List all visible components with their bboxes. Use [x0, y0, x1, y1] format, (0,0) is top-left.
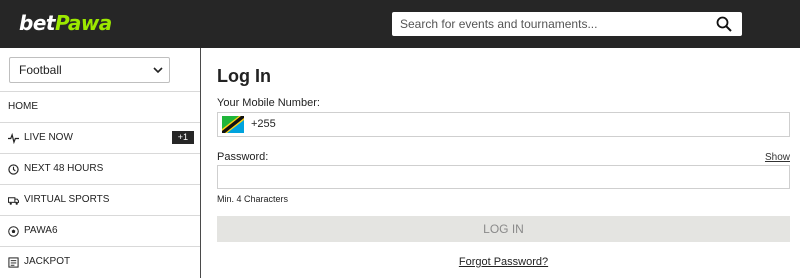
sport-select-value: Football — [19, 63, 62, 77]
top-bar: betPawa — [0, 0, 800, 48]
country-code: +255 — [251, 118, 276, 130]
sidebar-item-label: HOME — [8, 101, 38, 112]
ticket-icon — [8, 256, 19, 268]
chevron-down-icon — [153, 67, 163, 74]
clock-icon — [8, 163, 19, 175]
sidebar-item-label: VIRTUAL SPORTS — [24, 194, 110, 205]
sidebar-item-virtual-sports[interactable]: VIRTUAL SPORTS — [0, 184, 200, 215]
truck-icon — [8, 196, 19, 205]
mobile-number-field[interactable]: +255 — [217, 112, 790, 137]
soccer-ball-icon — [8, 225, 19, 237]
sidebar-item-jackpot[interactable]: JACKPOT — [0, 246, 200, 277]
sidebar-item-pawa6[interactable]: PAWA6 — [0, 215, 200, 246]
sidebar-item-next-48-hours[interactable]: NEXT 48 HOURS — [0, 153, 200, 184]
search-box — [392, 12, 742, 36]
forgot-password-link[interactable]: Forgot Password? — [217, 256, 790, 268]
search-input[interactable] — [392, 12, 710, 36]
sidebar-nav: HOME LIVE NOW +1 NEXT 48 HOURS VIRTUAL S… — [0, 91, 200, 277]
sidebar-item-label: PAWA6 — [24, 225, 58, 236]
sidebar-item-label: JACKPOT — [24, 256, 71, 267]
login-button[interactable]: LOG IN — [217, 216, 790, 242]
live-count-badge: +1 — [171, 131, 194, 144]
password-hint: Min. 4 Characters — [217, 194, 289, 204]
sidebar-item-label: LIVE NOW — [24, 132, 73, 143]
sidebar-item-label: NEXT 48 HOURS — [24, 163, 104, 174]
tanzania-flag-icon[interactable] — [222, 116, 244, 133]
password-label: Password: — [217, 151, 269, 163]
betpawa-logo[interactable]: betPawa — [19, 11, 112, 35]
mobile-number-label: Your Mobile Number: — [217, 97, 320, 109]
show-password-link[interactable]: Show — [765, 152, 790, 163]
search-icon[interactable] — [716, 16, 732, 32]
sidebar: Football HOME LIVE NOW +1 NEXT 48 HOURS — [0, 48, 201, 278]
sidebar-item-live-now[interactable]: LIVE NOW +1 — [0, 122, 200, 153]
logo-text-bet: bet — [19, 11, 55, 35]
logo-text-pawa: Pawa — [54, 11, 112, 35]
pulse-icon — [8, 132, 19, 144]
sidebar-item-home[interactable]: HOME — [0, 91, 200, 122]
page-title: Log In — [217, 66, 271, 86]
password-field[interactable] — [217, 165, 790, 189]
sport-select[interactable]: Football — [9, 57, 170, 83]
